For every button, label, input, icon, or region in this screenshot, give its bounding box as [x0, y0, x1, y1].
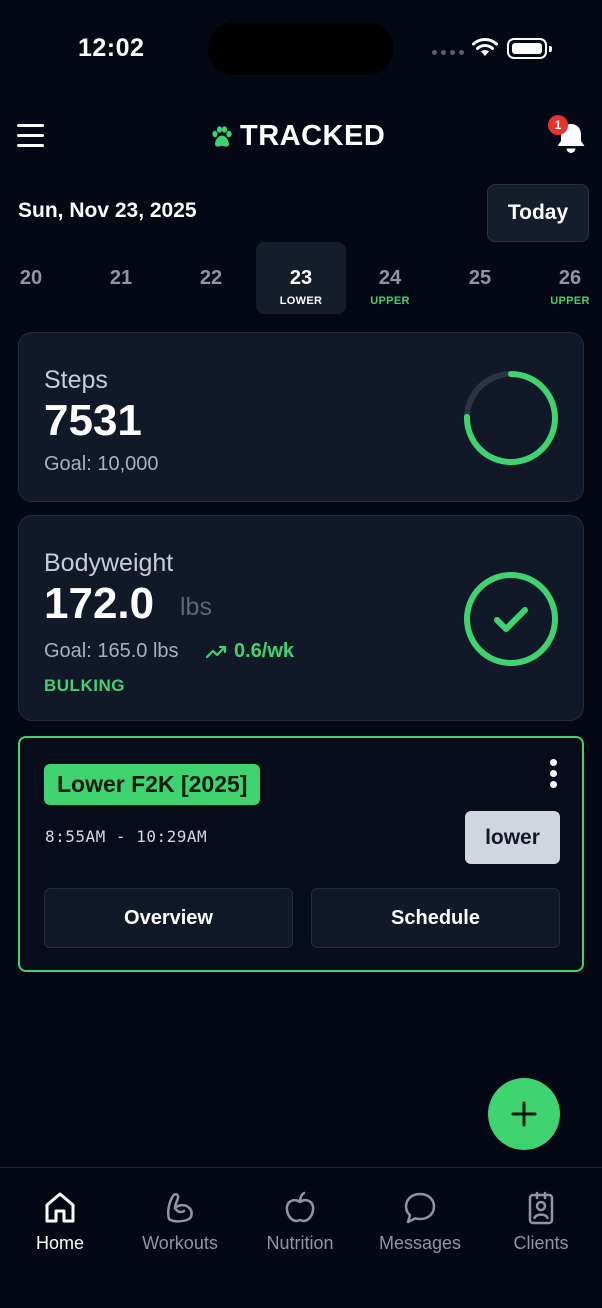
- bodyweight-goal: Goal: 165.0 lbs: [44, 640, 179, 662]
- nav-messages[interactable]: Messages: [360, 1190, 480, 1254]
- id-badge-icon: [528, 1191, 554, 1225]
- workout-time: 8:55AM - 10:29AM: [45, 827, 208, 846]
- day-number: 22: [199, 267, 223, 289]
- steps-card[interactable]: Steps 7531 Goal: 10,000: [18, 332, 584, 502]
- workout-name: Lower F2K [2025]: [44, 764, 261, 805]
- today-button[interactable]: Today: [487, 184, 589, 242]
- notification-badge: 1: [548, 115, 568, 135]
- nav-label: Home: [35, 1233, 84, 1253]
- bodyweight-unit: lbs: [180, 593, 212, 621]
- day-26[interactable]: 26 UPPER: [525, 242, 602, 314]
- bodyweight-card[interactable]: Bodyweight 172.0 lbs Goal: 165.0 lbs 0.6…: [18, 515, 584, 721]
- nav-label: Workouts: [142, 1233, 218, 1253]
- day-tag: UPPER: [550, 295, 590, 307]
- apple-icon: [285, 1191, 315, 1223]
- day-number: 23: [289, 267, 313, 289]
- home-icon: [45, 1192, 75, 1223]
- steps-progress-ring: [464, 371, 558, 465]
- nav-home[interactable]: Home: [0, 1190, 120, 1254]
- day-25[interactable]: 25: [435, 242, 525, 314]
- nav-label: Nutrition: [266, 1233, 334, 1253]
- bodyweight-value: 172.0: [44, 579, 155, 628]
- day-20[interactable]: 20: [0, 242, 76, 314]
- workout-card[interactable]: Lower F2K [2025] 8:55AM - 10:29AM lower …: [18, 736, 584, 972]
- day-number: 26: [558, 267, 582, 289]
- day-21[interactable]: 21: [76, 242, 166, 314]
- chat-bubble-icon: [404, 1192, 436, 1224]
- current-date: Sun, Nov 23, 2025: [18, 199, 197, 222]
- schedule-button[interactable]: Schedule: [311, 888, 560, 948]
- day-number: 20: [19, 267, 43, 289]
- day-number: 24: [378, 267, 402, 289]
- wifi-icon: [472, 38, 498, 56]
- nav-workouts[interactable]: Workouts: [120, 1190, 240, 1254]
- steps-title: Steps: [44, 366, 108, 394]
- day-23-selected[interactable]: 23 LOWER: [256, 242, 346, 314]
- workout-type-chip: lower: [465, 811, 560, 864]
- steps-goal: Goal: 10,000: [44, 453, 159, 475]
- battery-icon: [507, 38, 552, 59]
- day-number: 25: [468, 267, 492, 289]
- weight-rate: 0.6/wk: [206, 640, 294, 663]
- dynamic-island: [208, 22, 394, 75]
- cellular-signal-icon: [432, 50, 464, 55]
- weight-rate-value: 0.6/wk: [234, 640, 295, 662]
- plus-icon: [511, 1101, 537, 1127]
- bottom-nav: Home Workouts Nutrition Messages Clients: [0, 1167, 602, 1308]
- flexed-arm-icon: [166, 1193, 193, 1223]
- day-24[interactable]: 24 UPPER: [345, 242, 435, 314]
- overview-button[interactable]: Overview: [44, 888, 293, 948]
- trend-up-icon: [206, 645, 227, 658]
- day-number: 21: [109, 267, 133, 289]
- menu-button[interactable]: [17, 124, 44, 150]
- day-22[interactable]: 22: [166, 242, 256, 314]
- day-tag: LOWER: [279, 295, 323, 307]
- status-time: 12:02: [78, 34, 145, 62]
- bodyweight-title: Bodyweight: [44, 549, 174, 577]
- paw-icon: [212, 125, 232, 147]
- add-button[interactable]: [488, 1078, 560, 1150]
- phase-label: BULKING: [44, 676, 125, 695]
- status-bar: 12:02: [0, 0, 602, 90]
- nav-label: Messages: [378, 1233, 462, 1253]
- day-tag: UPPER: [370, 295, 410, 307]
- nav-nutrition[interactable]: Nutrition: [240, 1190, 360, 1254]
- steps-value: 7531: [44, 396, 142, 445]
- nav-label: Clients: [513, 1233, 569, 1253]
- nav-clients[interactable]: Clients: [481, 1190, 601, 1254]
- more-options-icon[interactable]: [547, 759, 559, 791]
- app-logo: TRACKED: [210, 120, 385, 153]
- goal-check-icon: [464, 572, 558, 666]
- brand-name: TRACKED: [240, 120, 386, 152]
